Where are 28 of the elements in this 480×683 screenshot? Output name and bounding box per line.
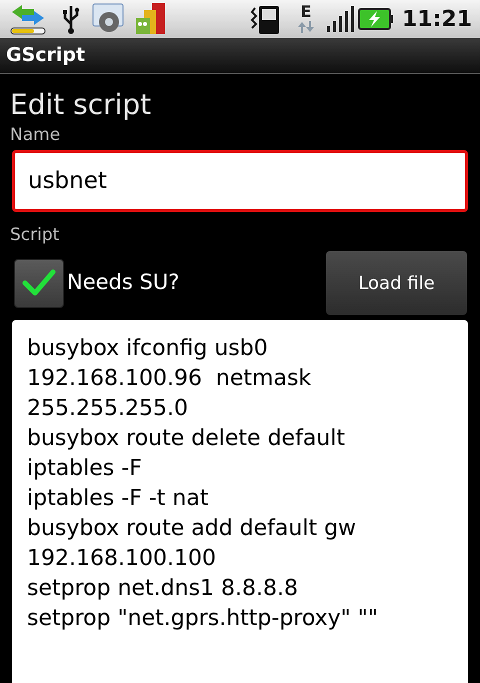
name-label: Name (10, 124, 60, 146)
network-type: E (300, 4, 312, 20)
script-line: iptables -F (27, 455, 143, 483)
name-input-field[interactable]: usbnet (12, 150, 468, 212)
usb-icon (62, 4, 80, 34)
sync-arrows-icon (8, 2, 48, 36)
load-file-button[interactable]: Load file (326, 251, 467, 315)
needs-su-checkbox[interactable] (14, 258, 64, 308)
script-line: busybox ifconfig usb0 (27, 335, 269, 363)
script-line: 192.168.100.96 netmask (27, 365, 312, 393)
clock: 11:21 (402, 6, 472, 34)
script-text-area[interactable] (12, 320, 468, 683)
script-label: Script (10, 224, 60, 246)
script-line: 255.255.255.0 (27, 395, 189, 423)
script-line: busybox route delete default (27, 425, 346, 453)
app-title: GScript (6, 43, 86, 68)
battery-charging-icon (358, 8, 394, 30)
checkmark-icon (22, 268, 56, 298)
screen-heading: Edit script (10, 88, 152, 122)
script-line: 192.168.100.100 (27, 545, 217, 573)
app-icon (134, 2, 168, 36)
data-arrows-icon (296, 20, 315, 34)
script-line: iptables -F -t nat (27, 485, 210, 513)
needs-su-label[interactable]: Needs SU? (67, 267, 180, 299)
script-line: setprop "net.gprs.http-proxy" "" (27, 605, 380, 633)
script-line: setprop net.dns1 8.8.8.8 (27, 575, 299, 603)
signal-icon (326, 6, 354, 32)
script-line: busybox route add default gw (27, 515, 358, 543)
